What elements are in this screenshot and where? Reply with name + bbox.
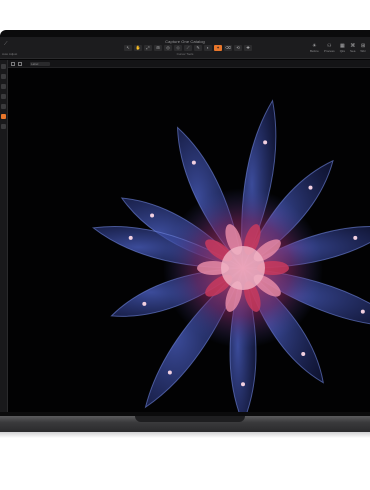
jellyfish-spot <box>241 382 245 387</box>
toolbar-button-label: Process <box>323 49 335 53</box>
toolbar-button-label: Before <box>310 49 319 53</box>
cursor-tool-7[interactable]: ✎ <box>194 45 202 51</box>
app-screen: Capture One Catalog ⟋ Auto Adjust ↖ ✋ ⤢ ⊞ ◎ ◇… <box>0 37 370 412</box>
right-toolbar: ☀ Before ⚇ Process ▦ Qks ⌘ Sea ⊞ Wkr <box>310 43 366 54</box>
jellyfish-spot <box>142 301 147 306</box>
cursor-tool-0[interactable]: ↖ <box>124 45 132 51</box>
cursor-tool-2[interactable]: ⤢ <box>144 45 152 51</box>
jellyfish-center <box>221 246 265 290</box>
cursor-tool-11[interactable]: ⟲ <box>234 45 242 51</box>
laptop-opening-notch <box>135 416 245 422</box>
lens-tab-icon[interactable] <box>1 84 6 89</box>
jellyfish-spot <box>128 235 133 240</box>
jellyfish-spot <box>360 309 365 314</box>
cursor-tool-8[interactable]: ◐ <box>204 45 212 51</box>
jellyfish-spot <box>301 352 306 357</box>
viewer-label-field[interactable]: Label <box>30 62 50 66</box>
toolbar-button-2[interactable]: ▦ Qks <box>340 43 345 54</box>
cursor-tool-1[interactable]: ✋ <box>134 45 142 51</box>
jellyfish-spot <box>308 185 313 190</box>
toolbar-button-label: Sea <box>350 49 356 53</box>
jellyfish-spot <box>191 160 196 165</box>
cursor-tool-9[interactable]: ✦ <box>214 45 222 51</box>
toolbar-button-0[interactable]: ☀ Before <box>310 43 319 54</box>
single-view-icon[interactable] <box>11 62 15 66</box>
toolbar-button-1[interactable]: ⚇ Process <box>324 43 335 54</box>
cursor-tool-3[interactable]: ⊞ <box>154 45 162 51</box>
color-tab-icon[interactable] <box>1 94 6 99</box>
laptop-shadow <box>0 432 370 438</box>
exposure-tab-icon[interactable] <box>1 104 6 109</box>
image-viewer[interactable] <box>8 68 370 412</box>
jellyfish-spot <box>263 140 268 145</box>
toolbar-button-3[interactable]: ⌘ Sea <box>350 43 355 54</box>
cursor-tool-4[interactable]: ◎ <box>164 45 172 51</box>
cursor-tool-10[interactable]: ⌫ <box>224 45 232 51</box>
grid-view-icon[interactable] <box>18 62 22 66</box>
jellyfish-spot <box>167 370 172 375</box>
toolbar-button-4[interactable]: ⊞ Wkr <box>360 43 365 54</box>
jellyfish-spot <box>353 235 358 240</box>
details-tab-icon[interactable] <box>1 124 6 129</box>
cursor-tools-group: ↖ ✋ ⤢ ⊞ ◎ ◇ ⟋ ✎ ◐ ✦ ⌫ ⟲ ✚ <box>124 45 252 51</box>
toolbar-left: ⟋ <box>4 41 8 47</box>
cursor-tool-6[interactable]: ⟋ <box>184 45 192 51</box>
title-bar: Capture One Catalog ⟋ Auto Adjust ↖ ✋ ⤢ ⊞ ◎ ◇… <box>0 37 370 59</box>
jellyfish-spot <box>150 213 155 218</box>
toolbar-button-label: Qks <box>339 49 346 53</box>
viewer-header: Label <box>8 60 370 68</box>
toolbar-button-label: Wkr <box>360 49 366 53</box>
jellyfish-photo <box>92 99 370 412</box>
capture-tab-icon[interactable] <box>1 74 6 79</box>
tool-tabs-strip <box>0 60 8 412</box>
cursor-tool-5[interactable]: ◇ <box>174 45 182 51</box>
adjust-tab-icon-active[interactable] <box>1 114 6 119</box>
cursor-tool-12[interactable]: ✚ <box>244 45 252 51</box>
library-tab-icon[interactable] <box>1 64 6 69</box>
brush-icon[interactable]: ⟋ <box>4 41 8 47</box>
